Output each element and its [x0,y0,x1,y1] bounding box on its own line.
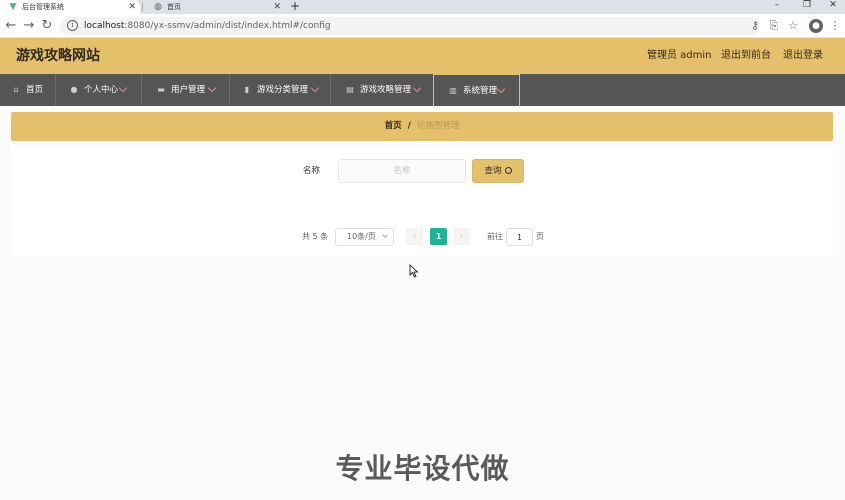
close-icon[interactable]: ✕ [128,0,136,14]
pagination-total: 共 5 条 [302,232,329,241]
page-size-select[interactable]: 10条/页 [335,228,394,246]
goto-label: 前往 [487,232,503,241]
translate-icon[interactable]: ⎘ [767,18,781,34]
nav-item-home[interactable]: ⌂ 首页 [0,74,56,106]
logout-link[interactable]: 退出登录 [783,38,823,74]
next-page-button[interactable]: › [453,228,470,245]
user-icon: ● [70,85,78,94]
chevron-down-icon [382,232,388,238]
chevron-down-icon [412,83,422,93]
main-nav: ⌂ 首页 ● 个人中心 ▬ 用户管理 ▮ 游戏分类管理 ▤ 游戏攻略管理 ▥ 系统管理 [0,74,845,106]
page-number-current[interactable]: 1 [430,228,447,245]
address-bar[interactable]: i localhost:8080/yx-ssmv/admin/dist/inde… [60,17,760,35]
search-icon [504,167,512,174]
new-tab-button[interactable]: + [290,0,300,13]
menu-dots-icon[interactable]: ⋮ [828,18,842,34]
page-unit-label: 页 [536,232,544,241]
browser-tab-home[interactable]: ◍ 首页 ✕ [145,0,285,14]
window-close-icon[interactable]: ✕ [818,0,845,11]
globe-icon: ◍ [154,2,162,12]
reload-icon[interactable]: ↻ [39,18,55,34]
forward-icon[interactable]: → [21,18,37,34]
minimize-icon[interactable]: – [762,0,792,11]
admin-user-label: 管理员 admin [647,50,712,61]
search-name-label: 名称 [303,166,321,176]
breadcrumb-home[interactable]: 首页 [385,121,402,131]
key-icon[interactable]: ⚷ [748,18,762,34]
breadcrumb-current: 轮播图管理 [416,121,460,131]
star-icon[interactable]: ☆ [786,18,800,34]
nav-item-personal-center[interactable]: ● 个人中心 [56,74,142,106]
tab-title: 首页 [167,3,181,11]
tab-title: 后台管理系统 [22,3,64,11]
mouse-cursor-icon [409,264,419,278]
browser-tab-admin[interactable]: ▼ 后台管理系统 ✕ [0,0,140,14]
search-button[interactable]: 查询 [472,159,524,183]
nav-item-user-management[interactable]: ▬ 用户管理 [142,74,230,106]
chevron-down-icon [118,83,128,93]
goto-page-input[interactable] [506,228,533,246]
chevron-down-icon [207,83,217,93]
document-icon: ▤ [346,85,354,94]
profile-avatar-icon[interactable]: ● [809,19,823,33]
vue-logo-icon: ▼ [9,2,17,12]
nav-item-game-guide[interactable]: ▤ 游戏攻略管理 [331,74,434,106]
watermark-text: 专业毕设代做 [335,452,510,485]
prev-page-button[interactable]: ‹ [406,228,423,245]
close-icon[interactable]: ✕ [273,0,281,14]
tab-divider [142,3,143,11]
url-text: localhost:8080/yx-ssmv/admin/dist/index.… [84,21,331,31]
chevron-down-icon [310,83,320,93]
books-icon: ▮ [244,85,250,94]
breadcrumb-separator: / [407,121,411,131]
back-icon[interactable]: ← [3,18,19,34]
nav-item-system-management[interactable]: ▥ 系统管理 [433,74,520,106]
browser-tab-strip: ▼ 后台管理系统 ✕ ◍ 首页 ✕ + – ❐ ✕ [0,0,845,14]
browser-toolbar: ← → ↻ i localhost:8080/yx-ssmv/admin/dis… [0,14,845,38]
home-icon: ⌂ [13,85,19,94]
search-input[interactable] [338,159,466,183]
chevron-down-icon [496,84,506,94]
nav-item-game-category[interactable]: ▮ 游戏分类管理 [230,74,331,106]
site-header: 游戏攻略网站 管理员 admin 退出到前台 退出登录 [0,38,845,74]
site-title: 游戏攻略网站 [16,48,100,64]
breadcrumb: 首页 / 轮播图管理 [11,112,833,141]
exit-to-front-link[interactable]: 退出到前台 [721,38,771,74]
briefcase-icon: ▬ [157,85,165,94]
info-icon[interactable]: i [67,20,78,31]
file-icon: ▥ [449,86,457,95]
